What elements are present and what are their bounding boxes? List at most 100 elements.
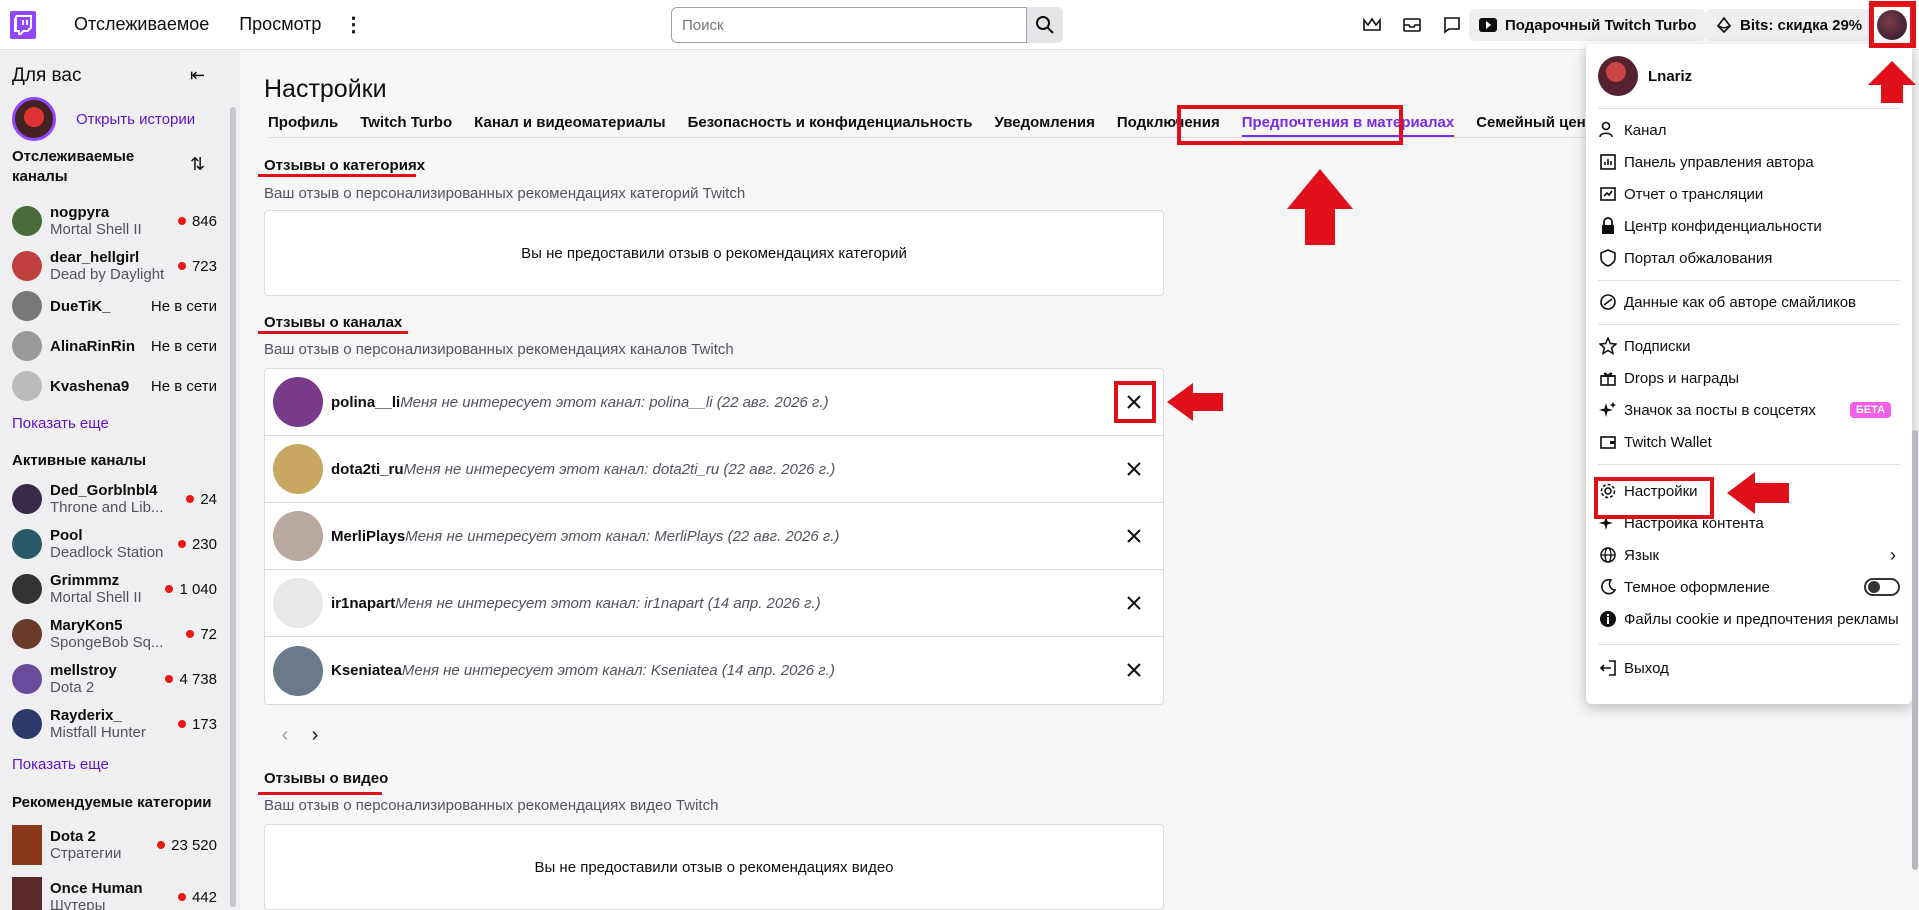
tab-security[interactable]: Безопасность и конфиденциальность: [688, 114, 973, 137]
lock-icon: [1602, 217, 1614, 234]
tab-family-center[interactable]: Семейный центр: [1476, 114, 1602, 137]
category-tag: Шутеры: [50, 897, 106, 910]
user-avatar-button[interactable]: [1871, 4, 1913, 46]
twitch-logo-icon[interactable]: [10, 10, 36, 39]
menu-item-subscriptions[interactable]: Подписки: [1598, 332, 1900, 360]
sidebar-channel[interactable]: DueTiK_ Не в сети: [12, 286, 217, 326]
sidebar-channel[interactable]: Pool Deadlock Station 230: [12, 524, 217, 564]
shield-icon: [1600, 249, 1616, 267]
sidebar-category[interactable]: Once Human Шутеры 442: [12, 875, 217, 910]
emote-icon: [1600, 294, 1616, 310]
show-more-active[interactable]: Показать еще: [12, 756, 109, 773]
sidebar-channel[interactable]: AlinaRinRin Не в сети: [12, 326, 217, 366]
divider: [1598, 280, 1900, 281]
menu-item-label: Канал: [1624, 121, 1667, 139]
menu-item-logout[interactable]: Выход: [1598, 654, 1900, 682]
pagination: ‹ ›: [270, 724, 330, 747]
sidebar-category[interactable]: Dota 2 Стратегии 23 520: [12, 823, 217, 867]
close-icon: [1127, 529, 1141, 543]
search-input[interactable]: [671, 7, 1027, 43]
menu-item-drops[interactable]: Drops и награды: [1598, 364, 1900, 392]
nav-following[interactable]: Отслеживаемое: [74, 14, 209, 35]
menu-item-wallet[interactable]: Twitch Wallet: [1598, 428, 1900, 456]
remove-feedback-button[interactable]: [1121, 590, 1147, 616]
bits-icon: [1716, 17, 1732, 33]
sidebar-scrollbar[interactable]: [230, 107, 236, 907]
page-scrollbar[interactable]: [1912, 430, 1918, 870]
menu-user[interactable]: Lnariz: [1598, 56, 1692, 96]
sidebar-channel[interactable]: nogpyra Mortal Shell II 846: [12, 201, 217, 241]
tab-connections[interactable]: Подключения: [1117, 114, 1220, 137]
viewer-count: 230: [191, 535, 217, 553]
user-menu: Lnariz Канал Панель управления автора От…: [1586, 44, 1912, 704]
story-avatar[interactable]: [12, 97, 56, 141]
remove-feedback-button[interactable]: [1121, 523, 1147, 549]
feedback-description: Меня не интересует этот канал: polina__l…: [400, 393, 829, 411]
show-more-followed[interactable]: Показать еще: [12, 415, 109, 432]
followed-channels-heading: Отслеживаемые каналы: [12, 148, 135, 185]
open-stories-link[interactable]: Открыть истории: [76, 111, 195, 128]
collapse-sidebar-icon[interactable]: ⇤: [190, 65, 205, 86]
channel-game: Mortal Shell II: [50, 221, 142, 238]
menu-item-emote-data[interactable]: Данные как об авторе смайликов: [1598, 288, 1900, 316]
tab-turbo[interactable]: Twitch Turbo: [360, 114, 452, 137]
top-icons: [1352, 10, 1472, 40]
sort-icon[interactable]: ⇅: [190, 154, 205, 175]
sparkle-icon: [1599, 402, 1616, 417]
sidebar-channel[interactable]: Grimmmz Mortal Shell II 1 040: [12, 569, 217, 609]
crown-icon[interactable]: [1352, 10, 1392, 40]
sidebar-channel[interactable]: mellstroy Dota 2 4 738: [12, 659, 217, 699]
channel-avatar: [12, 709, 42, 739]
menu-item-content-settings[interactable]: Настройка контента: [1598, 509, 1900, 537]
menu-item-dark-theme[interactable]: Темное оформление: [1598, 573, 1900, 601]
annotation-underline: [258, 174, 416, 177]
tab-notifications[interactable]: Уведомления: [994, 114, 1094, 137]
channel-avatar: [12, 484, 42, 514]
tab-channel-videos[interactable]: Канал и видеоматериалы: [474, 114, 665, 137]
dark-theme-toggle[interactable]: [1864, 578, 1900, 596]
tab-profile[interactable]: Профиль: [268, 114, 338, 137]
sidebar-channel[interactable]: MaryKon5 SpongeBob Sq... 72: [12, 614, 217, 654]
menu-item-dashboard[interactable]: Панель управления автора: [1598, 148, 1900, 176]
sidebar-channel[interactable]: Rayderix_ Mistfall Hunter 173: [12, 704, 217, 744]
whispers-icon[interactable]: [1432, 10, 1472, 40]
menu-item-appeals[interactable]: Портал обжалования: [1598, 244, 1900, 272]
video-feedback-empty: Вы не предоставили отзыв о рекомендациях…: [264, 824, 1164, 910]
live-indicator: [165, 585, 174, 593]
remove-feedback-button[interactable]: [1121, 389, 1147, 415]
menu-item-privacy-center[interactable]: Центр конфиденциальности: [1598, 212, 1900, 240]
menu-item-social-badge[interactable]: Значок за посты в соцсетях БЕТА: [1598, 396, 1900, 424]
video-feedback-subtitle: Ваш отзыв о персонализированных рекоменд…: [264, 797, 719, 814]
annotation-arrow-left: [1167, 383, 1223, 421]
more-vertical-icon[interactable]: ⋮: [343, 12, 363, 37]
channel-game: SpongeBob Sq...: [50, 634, 164, 651]
channel-name: ir1napart: [331, 594, 396, 612]
search-button[interactable]: [1027, 7, 1063, 43]
next-page-icon[interactable]: ›: [300, 724, 330, 747]
channel-avatar: [273, 377, 323, 427]
sidebar-channel[interactable]: Ded_Gorblnbl4 Throne and Lib... 24: [12, 479, 217, 519]
menu-username: Lnariz: [1648, 67, 1693, 85]
menu-item-settings[interactable]: Настройки: [1598, 477, 1900, 505]
menu-item-channel[interactable]: Канал: [1598, 116, 1900, 144]
category-thumbnail: [12, 825, 42, 865]
menu-item-label: Отчет о трансляции: [1624, 185, 1764, 203]
sidebar-channel[interactable]: Kvashena9 Не в сети: [12, 366, 217, 406]
recommended-categories-heading: Рекомендуемые категории: [12, 794, 212, 811]
inbox-icon[interactable]: [1392, 10, 1432, 40]
avatar: [1877, 10, 1907, 40]
viewer-count: 72: [200, 625, 217, 643]
nav-browse[interactable]: Просмотр: [239, 14, 321, 35]
remove-feedback-button[interactable]: [1121, 456, 1147, 482]
logout-icon: [1599, 660, 1616, 676]
tab-content-preferences[interactable]: Предпочтения в материалах: [1241, 114, 1455, 137]
menu-item-cookies[interactable]: Файлы cookie и предпочтения рекламы: [1598, 605, 1900, 633]
sidebar-channel[interactable]: dear_hellgirl Dead by Daylight 723: [12, 246, 217, 286]
remove-feedback-button[interactable]: [1121, 657, 1147, 683]
bits-button[interactable]: Bits: скидка 29%: [1706, 9, 1873, 41]
gift-turbo-button[interactable]: Подарочный Twitch Turbo: [1469, 9, 1707, 41]
prev-page-icon[interactable]: ‹: [270, 724, 300, 747]
menu-item-language[interactable]: Язык ›: [1598, 541, 1900, 569]
channel-name: Kseniatea: [331, 662, 402, 679]
menu-item-stream-report[interactable]: Отчет о трансляции: [1598, 180, 1900, 208]
